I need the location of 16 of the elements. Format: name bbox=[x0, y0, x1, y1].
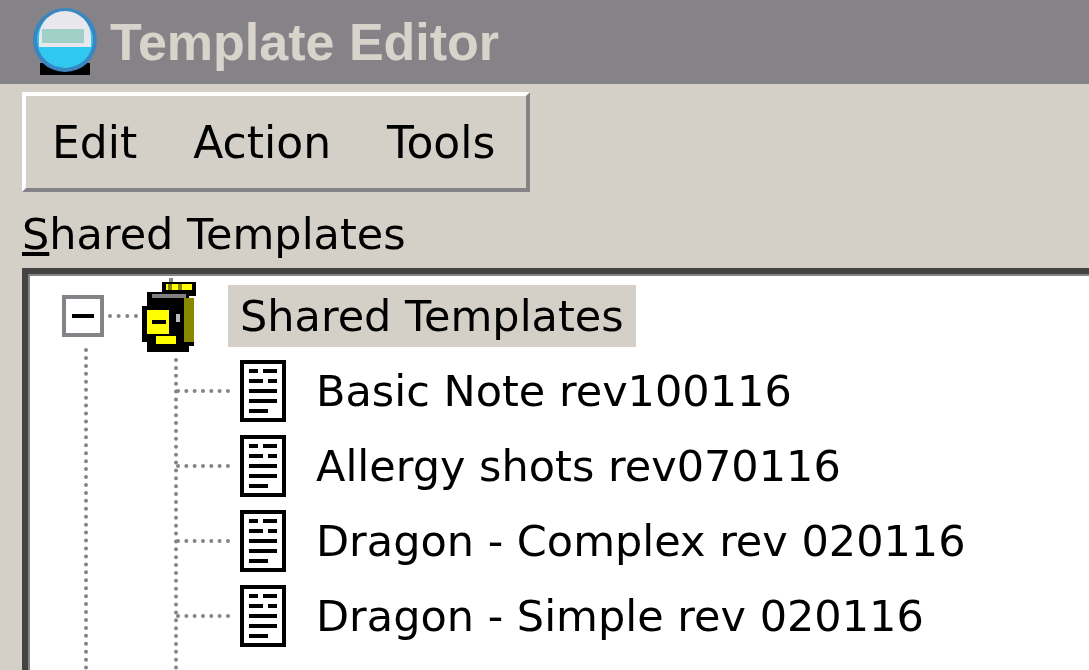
tree-item[interactable]: Shared Templates bbox=[228, 284, 636, 347]
window-title: Template Editor bbox=[110, 12, 500, 72]
menu-item[interactable]: Action bbox=[193, 116, 332, 168]
globe-icon bbox=[30, 7, 100, 77]
menu-item[interactable]: Edit bbox=[52, 116, 138, 168]
document-icon bbox=[240, 584, 286, 647]
tree-label: Shared Templates bbox=[22, 208, 406, 261]
tree-item[interactable]: Basic Note rev100116 bbox=[316, 359, 804, 422]
tree-item[interactable]: Allergy shots rev070116 bbox=[316, 434, 853, 497]
menu-item[interactable]: Tools bbox=[387, 116, 496, 168]
tree-item[interactable]: Dragon - Complex rev 020116 bbox=[316, 509, 978, 572]
document-icon bbox=[240, 509, 286, 572]
tree-item[interactable]: Dragon - Simple rev 020116 bbox=[316, 584, 936, 647]
collapse-toggle[interactable] bbox=[62, 294, 104, 337]
document-icon bbox=[240, 434, 286, 497]
document-icon bbox=[240, 359, 286, 422]
